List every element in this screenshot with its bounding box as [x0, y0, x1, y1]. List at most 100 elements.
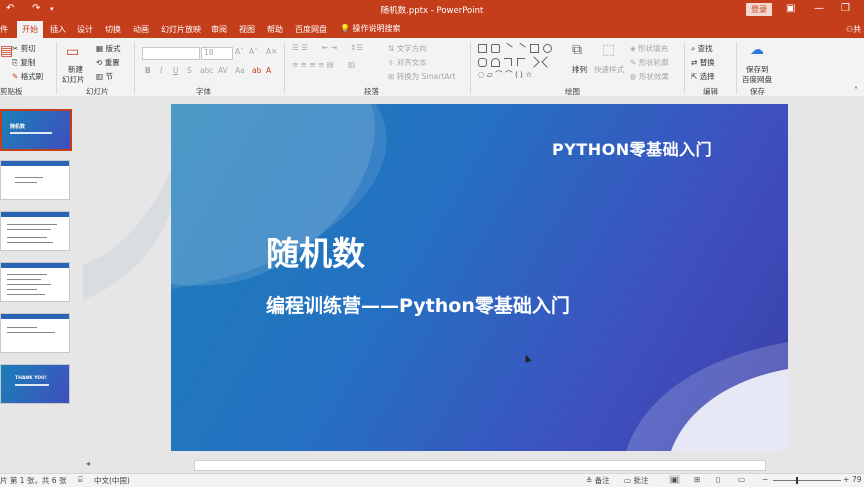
tab-review[interactable]: 审阅: [211, 24, 227, 35]
document-title: 随机数.pptx - PowerPoint: [380, 6, 484, 16]
tell-me-search[interactable]: 💡 操作说明搜索: [340, 23, 401, 34]
cut-button[interactable]: ✂ 剪切: [12, 43, 36, 54]
bold-button[interactable]: B: [145, 66, 151, 75]
baidu-netdisk-icon[interactable]: ☁: [750, 42, 764, 58]
tab-baidu-netdisk[interactable]: 百度网盘: [295, 24, 327, 35]
shape-outline-button[interactable]: ✎ 形状轮廓: [630, 57, 669, 68]
arrange-button[interactable]: 排列: [572, 64, 587, 75]
tab-transitions[interactable]: 切换: [105, 24, 121, 35]
rect2-shape-icon[interactable]: [530, 44, 539, 53]
highlight-icon[interactable]: ab: [252, 66, 261, 75]
arrow-shape-icon[interactable]: [515, 42, 526, 54]
connector-shape-icon[interactable]: [517, 58, 525, 66]
slide-thumbnail-2[interactable]: [0, 160, 70, 200]
bullets-icon[interactable]: ☰ ☰: [292, 43, 308, 52]
shadow-icon[interactable]: abc: [200, 66, 213, 75]
columns-icon[interactable]: ▥: [348, 60, 355, 69]
tab-animations[interactable]: 动画: [133, 24, 149, 35]
slide-subtitle-text[interactable]: 编程训练营——Python零基础入门: [266, 291, 570, 318]
select-button[interactable]: ⇱ 选择: [691, 71, 715, 82]
grow-font-icon[interactable]: A˄: [235, 47, 244, 56]
slide-thumbnail-1[interactable]: 随机数: [0, 109, 72, 151]
textbox-shape-icon[interactable]: [491, 44, 500, 53]
right-arrow-shape-icon[interactable]: [528, 56, 540, 68]
replace-button[interactable]: ⇄ 替换: [691, 57, 715, 68]
tab-help[interactable]: 帮助: [267, 24, 283, 35]
save-to-netdisk-label2[interactable]: 百度网盘: [742, 74, 772, 85]
format-painter-button[interactable]: ✎ 格式刷: [12, 71, 43, 82]
case-icon[interactable]: Aa: [235, 66, 245, 75]
triangle-shape-icon[interactable]: [491, 58, 500, 67]
restore-button[interactable]: ❐: [841, 3, 850, 14]
slide-thumbnail-3[interactable]: [0, 211, 70, 251]
collapse-ribbon-icon[interactable]: ˄: [854, 86, 858, 95]
spacing-icon[interactable]: AV: [218, 66, 228, 75]
share-button[interactable]: ⚇共: [846, 24, 861, 35]
tab-insert[interactable]: 插入: [50, 24, 66, 35]
underline-button[interactable]: U: [173, 66, 179, 75]
align-text-button[interactable]: ⇳ 对齐文本: [388, 57, 427, 68]
comments-button[interactable]: ▭ 批注: [624, 475, 648, 486]
font-size-combo[interactable]: 18: [201, 47, 233, 60]
slide-thumbnail-pane[interactable]: 随机数 THANK YOU! 123456: [0, 96, 82, 473]
line-spacing-icon[interactable]: ↕☰: [350, 43, 363, 52]
horizontal-scrollbar[interactable]: ◂: [83, 459, 864, 471]
rounded-rect-shape-icon[interactable]: [478, 58, 487, 67]
slide-title-text[interactable]: 随机数: [266, 227, 365, 275]
italic-button[interactable]: I: [160, 66, 162, 75]
rectangle-shape-icon[interactable]: [478, 44, 487, 53]
reset-button[interactable]: ⟲ 重置: [96, 57, 120, 68]
font-name-combo[interactable]: [142, 47, 200, 60]
zoom-slider[interactable]: [773, 480, 841, 481]
shape-fill-button[interactable]: ◈ 形状填充: [630, 43, 668, 54]
section-button[interactable]: ▥ 节: [96, 71, 113, 82]
indent-icon[interactable]: ⇤ ⇥: [322, 43, 337, 52]
reading-view-icon[interactable]: ▯: [716, 475, 720, 484]
minimize-button[interactable]: —: [814, 3, 824, 14]
slide-sorter-icon[interactable]: ⊞: [694, 475, 700, 484]
language-status[interactable]: 中文(中国): [94, 475, 130, 486]
quick-styles-icon[interactable]: ⬚: [602, 42, 615, 58]
quick-styles-button[interactable]: 快速样式: [594, 64, 624, 75]
zoom-out-icon[interactable]: −: [762, 475, 768, 484]
zoom-slider-knob[interactable]: [796, 477, 798, 484]
slide-thumbnail-6[interactable]: THANK YOU!: [0, 364, 70, 404]
oval-shape-icon[interactable]: [543, 44, 552, 53]
slide-header-text[interactable]: PYTHON零基础入门: [552, 136, 712, 160]
notes-button[interactable]: ≙ 备注: [586, 475, 610, 486]
arrange-icon[interactable]: ⧉: [572, 42, 582, 58]
find-button[interactable]: ⌕ 查找: [691, 43, 713, 54]
align-icons[interactable]: ≡ ≡ ≡ ≡ ▤: [292, 60, 334, 69]
tab-slideshow[interactable]: 幻灯片放映: [161, 24, 201, 35]
shrink-font-icon[interactable]: A˅: [249, 47, 258, 56]
zoom-in-icon[interactable]: +: [843, 475, 849, 484]
text-direction-button[interactable]: ⇅ 文字方向: [388, 43, 427, 54]
layout-button[interactable]: ▦ 版式: [96, 43, 120, 54]
elbow-shape-icon[interactable]: [504, 58, 512, 66]
ribbon-display-options-icon[interactable]: ▣: [786, 3, 795, 14]
more-shapes-row[interactable]: ◌ ▱ ⌒ ⌒ ⟨ ⟩ ☆: [478, 69, 532, 80]
font-color-icon[interactable]: A: [266, 66, 271, 75]
down-arrow-shape-icon[interactable]: [541, 56, 553, 68]
tab-file[interactable]: 件: [0, 24, 8, 35]
zoom-level[interactable]: 79: [852, 475, 862, 484]
copy-button[interactable]: ⎘ 复制: [12, 57, 35, 68]
slide-thumbnail-5[interactable]: [0, 313, 70, 353]
shape-effects-button[interactable]: ◍ 形状效果: [630, 71, 669, 82]
strikethrough-button[interactable]: S: [187, 66, 192, 75]
clear-format-icon[interactable]: A✕: [266, 47, 277, 56]
slideshow-view-icon[interactable]: ▭: [738, 475, 745, 484]
scroll-left-icon[interactable]: ◂: [86, 459, 90, 468]
new-slide-dropdown[interactable]: 幻灯片: [62, 74, 85, 85]
normal-view-icon[interactable]: ▣: [669, 475, 681, 484]
slide-thumbnail-4[interactable]: [0, 262, 70, 302]
tab-view[interactable]: 视图: [239, 24, 255, 35]
tab-home[interactable]: 开始: [17, 21, 43, 38]
smartart-button[interactable]: ⊞ 转换为 SmartArt: [388, 71, 455, 82]
tab-design[interactable]: 设计: [77, 24, 93, 35]
line-shape-icon[interactable]: [502, 42, 513, 54]
login-button[interactable]: 登录: [746, 3, 772, 16]
new-slide-icon[interactable]: ▭: [66, 44, 79, 60]
spellcheck-icon[interactable]: ⌸: [78, 475, 83, 485]
scrollbar-thumb[interactable]: [194, 460, 766, 471]
